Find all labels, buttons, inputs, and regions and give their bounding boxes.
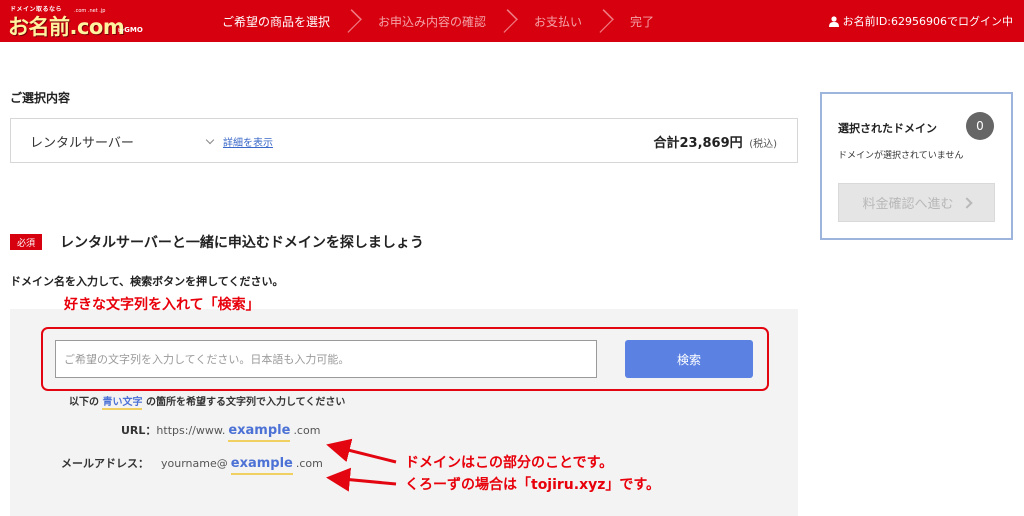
step-select-product: ご希望の商品を選択 xyxy=(222,14,331,29)
url-example-prefix: https://www. xyxy=(156,424,226,437)
proceed-to-price-check-button[interactable]: 料金確認へ進む xyxy=(838,183,995,222)
annotation-domain-part: ドメインはこの部分のことです。 xyxy=(405,455,614,471)
step-chevron-icon xyxy=(590,9,614,33)
tax-included-label: (税込) xyxy=(749,139,777,150)
email-example: メールアドレス： yourname@ example .com xyxy=(61,455,323,475)
selected-product-name: レンタルサーバー xyxy=(30,136,134,151)
required-badge: 必須 xyxy=(10,234,42,250)
url-example-suffix: .com xyxy=(293,424,321,437)
hint-blue-text: 青い文字 xyxy=(102,397,143,410)
url-example-label: URL： xyxy=(121,424,157,437)
logo-main-text: お名前.com xyxy=(8,15,125,39)
chevron-right-icon xyxy=(960,196,973,209)
annotation-enter-string: 好きな文字列を入れて「検索」 xyxy=(64,297,260,313)
domain-search-button[interactable]: 検索 xyxy=(625,340,753,378)
email-example-suffix: .com xyxy=(295,457,323,470)
domain-search-instruction: ドメイン名を入力して、検索ボタンを押してください。 xyxy=(10,275,284,288)
user-icon xyxy=(828,15,839,27)
onamae-logo[interactable]: ドメイン取るなら .com .net .jp お名前.com byGMO xyxy=(8,4,158,39)
url-example: URL： https://www. example .com xyxy=(121,422,320,442)
step-confirm-order: お申込み内容の確認 xyxy=(378,14,487,29)
show-details-label: 詳細を表示 xyxy=(223,138,273,149)
chevron-down-icon xyxy=(205,135,215,145)
step-complete: 完了 xyxy=(630,14,655,29)
email-example-prefix: yourname@ xyxy=(161,457,228,470)
logo-gmo-text: GMO xyxy=(124,26,143,34)
annotation-example-domain: くろーずの場合は「tojiru.xyz」です。 xyxy=(405,477,661,493)
step-chevron-icon xyxy=(338,9,362,33)
user-login-text: お名前ID:62956906でログイン中 xyxy=(842,15,1013,28)
step-payment: お支払い xyxy=(534,14,583,29)
hint-after: の箇所を希望する文字列で入力してください xyxy=(145,397,346,408)
proceed-button-label: 料金確認へ進む xyxy=(862,197,954,212)
step-chevron-icon xyxy=(494,9,518,33)
domain-input-hint: 以下の 青い文字 の箇所を希望する文字列で入力してください xyxy=(69,393,346,410)
order-total: 合計23,869円 (税込) xyxy=(653,132,777,151)
show-details-link[interactable]: 詳細を表示 xyxy=(205,134,273,149)
domain-search-title: レンタルサーバーと一緒に申込むドメインを探しましょう xyxy=(60,235,424,251)
url-example-domain: example xyxy=(228,423,291,442)
selection-title: ご選択内容 xyxy=(10,91,71,105)
order-total-amount: 合計23,869円 xyxy=(653,136,743,151)
logo-gmo: byGMO xyxy=(118,26,143,34)
selected-domains-panel: 選択されたドメイン 0 ドメインが選択されていません 料金確認へ進む xyxy=(820,92,1013,240)
domain-search-input[interactable] xyxy=(55,340,597,378)
no-domain-selected-note: ドメインが選択されていません xyxy=(838,151,964,161)
selected-domains-count-badge: 0 xyxy=(966,112,994,140)
user-login-status[interactable]: お名前ID:62956906でログイン中 xyxy=(828,0,1013,42)
email-example-label: メールアドレス： xyxy=(61,457,149,470)
selected-domains-title: 選択されたドメイン xyxy=(838,122,937,135)
site-header: ドメイン取るなら .com .net .jp お名前.com byGMO ご希望… xyxy=(0,0,1024,42)
progress-steps: ご希望の商品を選択 お申込み内容の確認 お支払い 完了 xyxy=(222,0,654,42)
hint-before: 以下の xyxy=(69,397,99,408)
selection-summary-box: レンタルサーバー 詳細を表示 合計23,869円 (税込) xyxy=(10,118,798,163)
email-example-domain: example xyxy=(230,456,293,475)
